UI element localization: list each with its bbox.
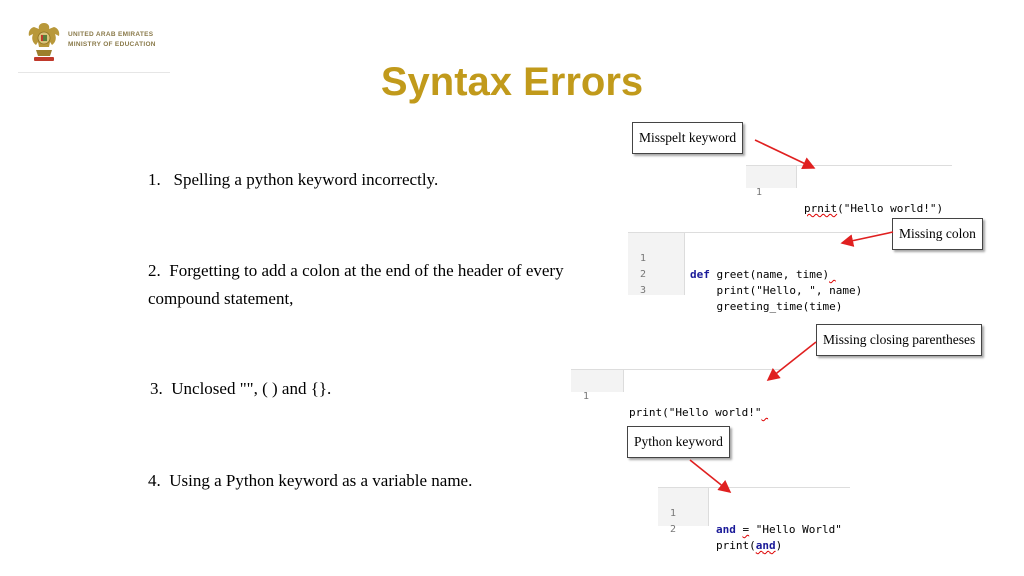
code-line: 1 def greet(name, time) (640, 253, 830, 281)
code-line: 1 and = "Hello World" (670, 508, 842, 536)
callout-misspelt-keyword: Misspelt keyword (632, 122, 744, 154)
callout-python-keyword: Python keyword (627, 426, 730, 458)
line-number: 2 (670, 524, 677, 535)
point-4: 4. Using a Python keyword as a variable … (148, 467, 472, 495)
arrow-misspelt (754, 139, 816, 169)
point-number: 3. (150, 379, 163, 398)
point-number: 2. (148, 261, 161, 280)
code-line: 1 prnit("Hello world!") (756, 187, 944, 215)
point-text: Forgetting to add a colon at the end of … (148, 261, 564, 308)
point-2: 2. Forgetting to add a colon at the end … (148, 257, 578, 313)
callout-missing-colon: Missing colon (892, 218, 983, 250)
point-text: Spelling a python keyword incorrectly. (173, 170, 439, 189)
point-number: 1. (148, 170, 161, 189)
code-snippet-python-keyword: 1 and = "Hello World" 2 print(and) (658, 487, 850, 552)
code-line: 4 (628, 283, 878, 293)
code-snippet-missing-parentheses: 1 print("Hello world!" (571, 369, 781, 419)
misspelt-token: prnit (804, 202, 838, 215)
code-line: 1 print("Hello world!" (583, 391, 762, 419)
point-3: 3. Unclosed "", ( ) and {}. (150, 375, 331, 403)
organization-name: UNITED ARAB EMIRATES MINISTRY OF EDUCATI… (68, 30, 156, 50)
code-snippet-missing-colon: 1 def greet(name, time) 2 print("Hello, … (628, 232, 878, 313)
point-1: 1. Spelling a python keyword incorrectly… (148, 166, 438, 194)
org-line-2: MINISTRY OF EDUCATION (68, 41, 156, 48)
org-line-1: UNITED ARAB EMIRATES (68, 31, 154, 38)
code-snippet-misspelt: 1 prnit("Hello world!") (746, 165, 952, 215)
code-line: 2 print(and) (670, 524, 783, 552)
code-line: 2 print("Hello, ", name) (640, 269, 863, 297)
line-number: 1 (756, 187, 763, 198)
slide-title: Syntax Errors (380, 60, 644, 104)
point-number: 4. (148, 471, 161, 490)
callout-missing-parentheses: Missing closing parentheses (816, 324, 983, 356)
uae-emblem-icon (28, 23, 60, 61)
line-number: 1 (583, 391, 590, 402)
point-text: Using a Python keyword as a variable nam… (169, 471, 473, 490)
code-line: 3 greeting_time(time) (640, 285, 843, 313)
point-text: Unclosed "", ( ) and {}. (171, 379, 332, 398)
